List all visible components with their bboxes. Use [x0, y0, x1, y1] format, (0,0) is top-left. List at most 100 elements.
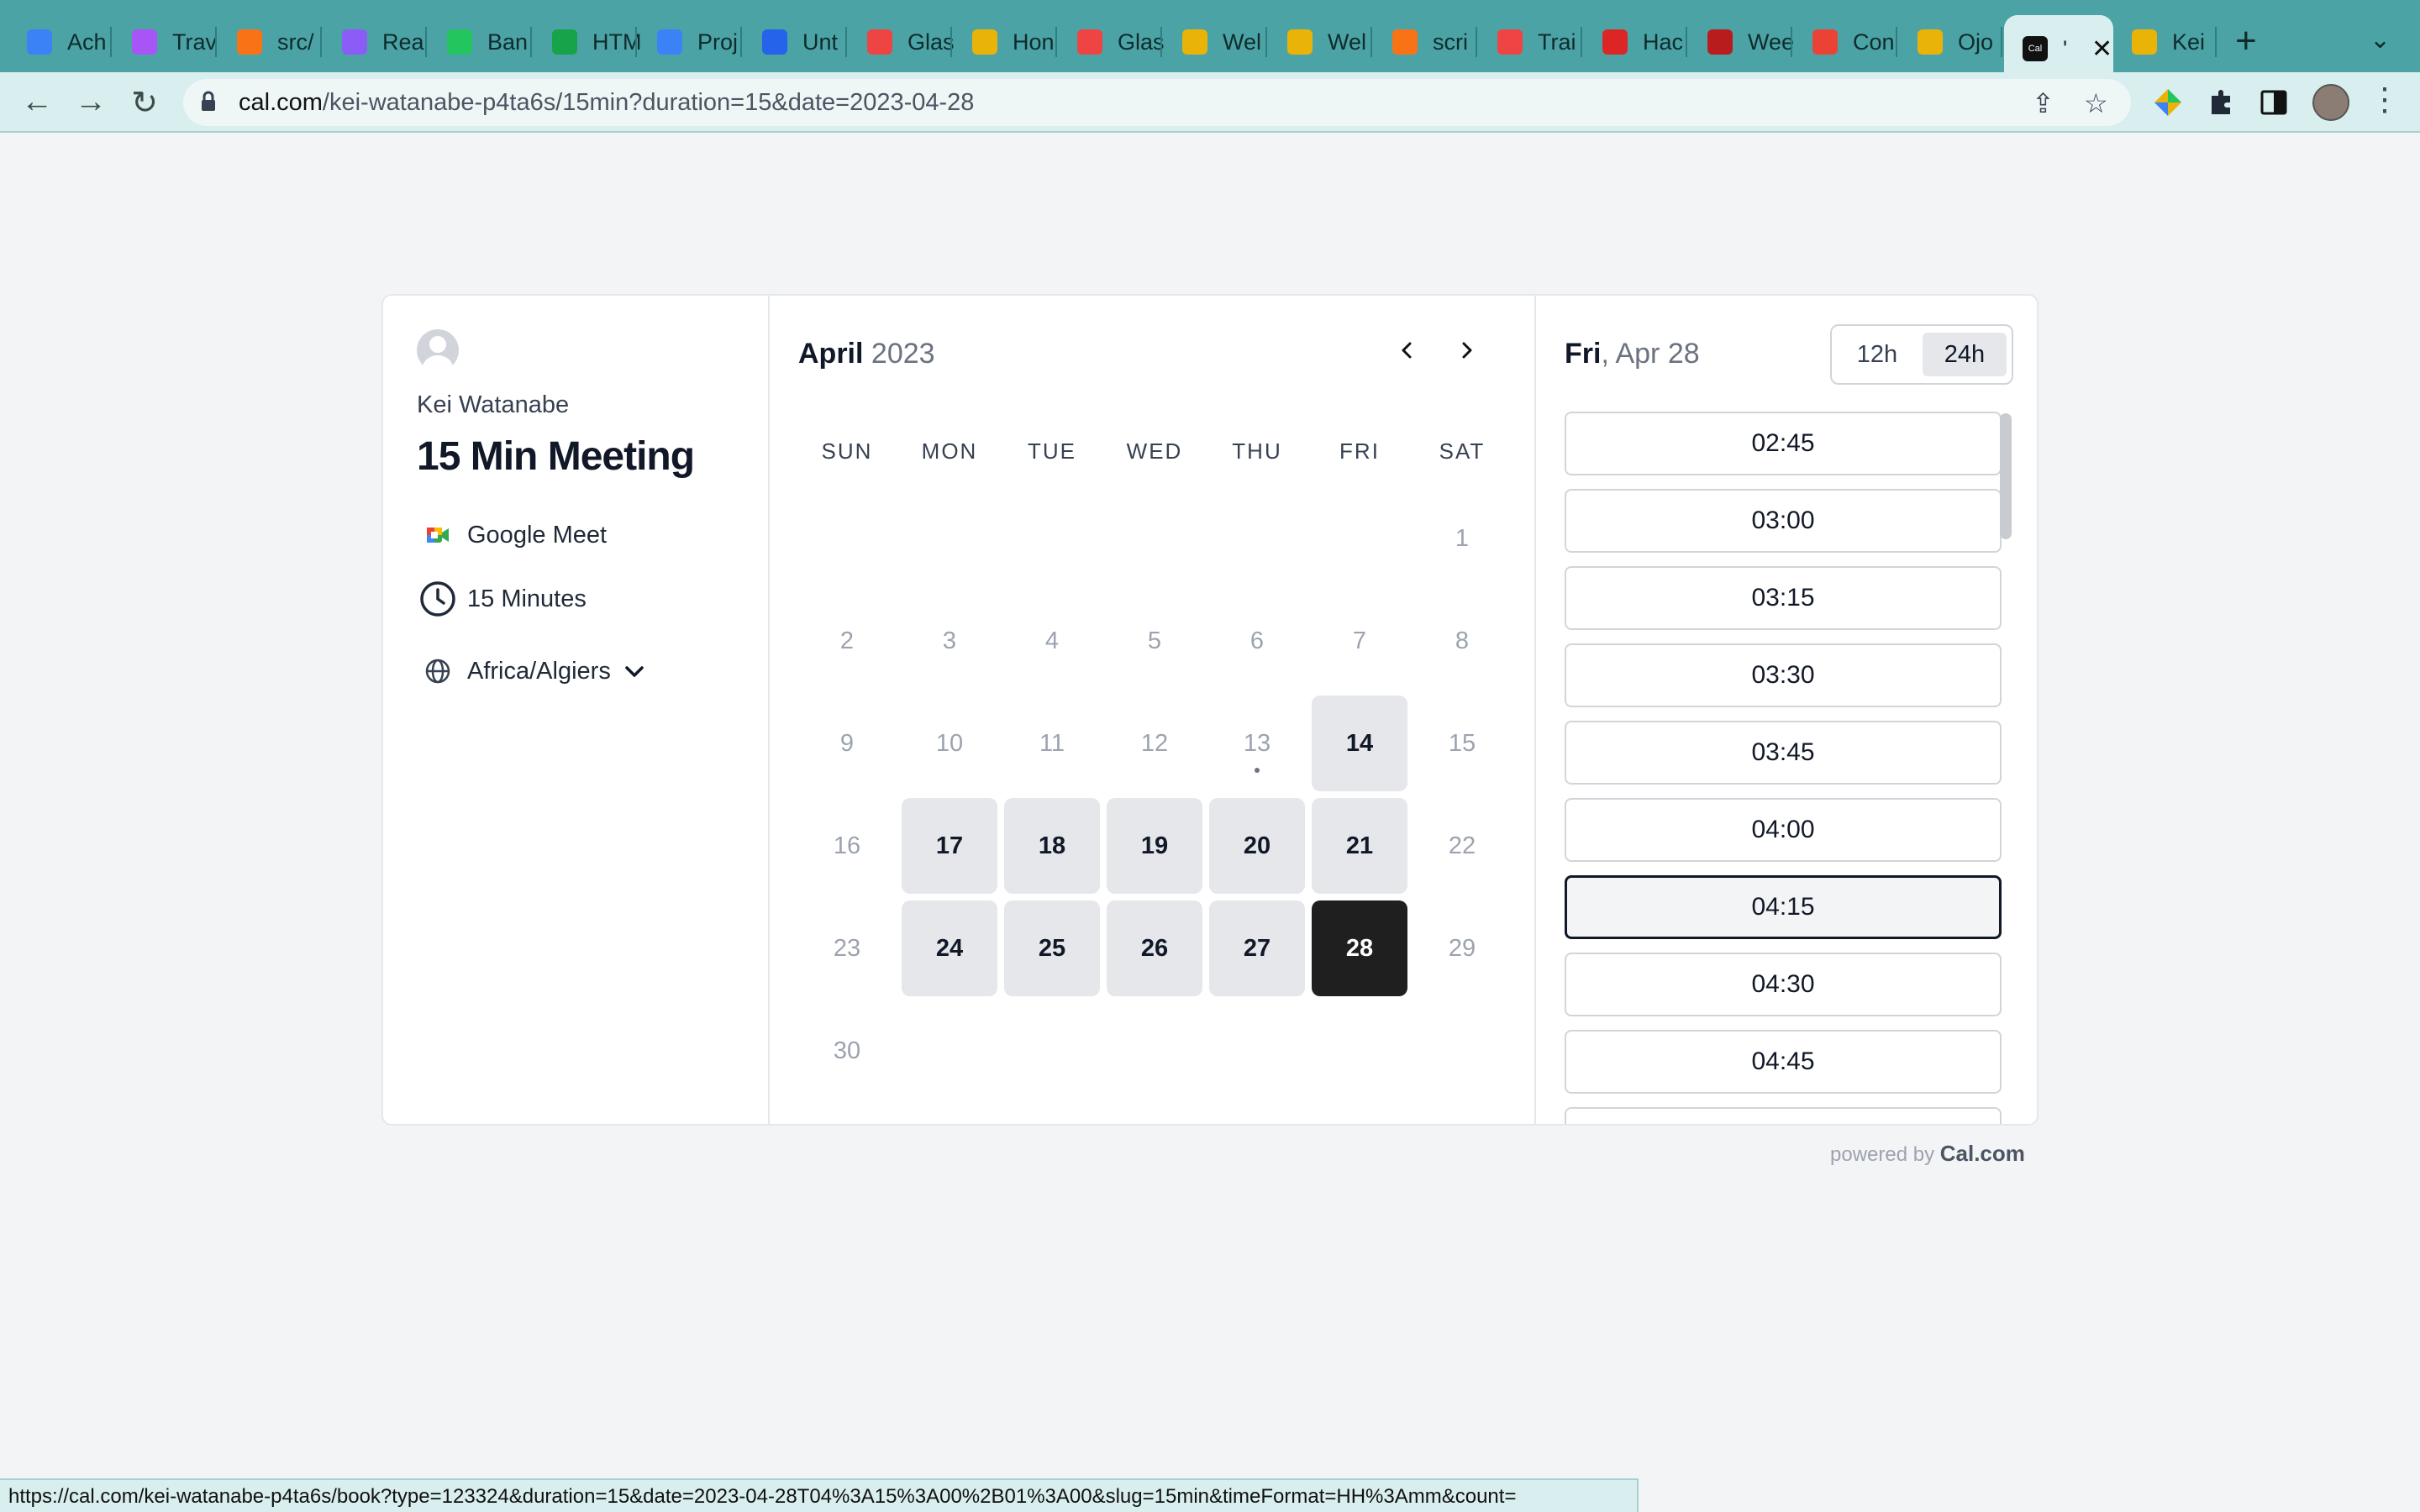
calendar-day[interactable]: 25 [1004, 900, 1100, 996]
tab-separator [530, 27, 532, 57]
browser-tab[interactable]: Hon [954, 20, 1063, 64]
calendar-day[interactable]: 19 [1107, 798, 1202, 894]
tab-separator [1370, 27, 1372, 57]
profile-avatar-icon[interactable] [2312, 84, 2349, 121]
tab-favicon-icon [1182, 29, 1207, 55]
duration-detail: 15 Minutes [417, 580, 587, 618]
calendar-day[interactable]: 20 [1209, 798, 1305, 894]
side-panel-icon[interactable] [2260, 89, 2287, 116]
time-slot-button[interactable]: 04:00 [1565, 798, 2002, 862]
tab-favicon-icon [1707, 29, 1733, 55]
forward-arrow-icon[interactable]: → [72, 84, 109, 120]
tab-separator [425, 27, 427, 57]
time-slot-button[interactable]: 05:00 [1565, 1107, 2002, 1124]
browser-tab[interactable]: Ban [429, 20, 538, 64]
extension-diamond-icon[interactable] [2153, 87, 2183, 118]
browser-tab-bar: + ⌄ Ach Trav src/Rea Ban HTM Proj Unt Glas Hon Gl… [0, 0, 2420, 82]
url-text: cal.com/kei-watanabe-p4ta6s/15min?durati… [239, 89, 974, 117]
calendar-day: 8 [1455, 627, 1470, 654]
calendar-day: 9 [839, 729, 855, 757]
browser-tab[interactable]: src/ [218, 20, 328, 64]
lock-icon [202, 91, 215, 111]
time-slot-button[interactable]: 03:00 [1565, 489, 2002, 553]
time-slot-button[interactable]: 03:30 [1565, 643, 2002, 707]
browser-tab[interactable]: Wel [1164, 20, 1273, 64]
time-slot-button[interactable]: 03:45 [1565, 721, 2002, 785]
bookmark-star-icon[interactable]: ☆ [2084, 87, 2108, 119]
tab-favicon-icon [657, 29, 682, 55]
calendar-day[interactable]: 21 [1312, 798, 1407, 894]
calendar-day[interactable]: 27 [1209, 900, 1305, 996]
extensions-puzzle-icon[interactable] [2207, 87, 2235, 116]
browser-tab[interactable]: Proj [639, 20, 748, 64]
new-tab-plus-icon[interactable]: + [2235, 20, 2257, 62]
tab-search-chevron-icon[interactable]: ⌄ [2370, 25, 2391, 55]
powered-by[interactable]: powered by Cal.com [1830, 1141, 2025, 1167]
time-slot-button[interactable]: 04:45 [1565, 1030, 2002, 1094]
chevron-right-icon [1462, 342, 1472, 359]
calendar-day: 15 [1448, 729, 1476, 757]
calendar-day[interactable]: 24 [902, 900, 997, 996]
tab-separator [1476, 27, 1477, 57]
browser-menu-icon[interactable]: ⋮ [2366, 81, 2403, 118]
previous-month-button[interactable] [1388, 334, 1425, 371]
tab-favicon-icon: Cal [2023, 36, 2048, 61]
browser-tab[interactable]: Wel [1269, 20, 1378, 64]
tab-separator [1791, 27, 1792, 57]
address-bar[interactable]: cal.com/kei-watanabe-p4ta6s/15min?durati… [183, 79, 2131, 126]
selected-weekday: Fri [1565, 338, 1602, 370]
timezone-selector[interactable]: Africa/Algiers [417, 652, 644, 690]
calendar-day[interactable]: 26 [1107, 900, 1202, 996]
tab-favicon-icon [972, 29, 997, 55]
calendar-day[interactable]: 18 [1004, 798, 1100, 894]
tab-favicon-icon [867, 29, 892, 55]
timezone-label: Africa/Algiers [467, 657, 611, 685]
share-icon[interactable]: ⇪ [2032, 87, 2054, 119]
browser-tab[interactable]: Glas [849, 20, 958, 64]
selected-date: , Apr 28 [1601, 338, 1700, 370]
browser-tab[interactable]: Glas [1059, 20, 1168, 64]
time-slot-button[interactable]: 02:45 [1565, 412, 2002, 475]
browser-tab[interactable]: scri [1374, 20, 1483, 64]
tab-separator [1055, 27, 1057, 57]
browser-tab[interactable]: Rea [324, 20, 433, 64]
tab-separator [635, 27, 637, 57]
calendar-day[interactable]: 17 [902, 798, 997, 894]
calendar-day: 11 [1039, 729, 1065, 757]
calendar-day: 3 [942, 627, 957, 654]
24h-toggle-button[interactable]: 24h [1923, 333, 2007, 376]
browser-tab[interactable]: Trav [113, 20, 223, 64]
browser-tab[interactable]: Wee [1689, 20, 1798, 64]
calendar-day[interactable]: 14 [1312, 696, 1407, 791]
reload-icon[interactable]: ↻ [126, 84, 163, 122]
calendar-day: 5 [1147, 627, 1162, 654]
browser-tab[interactable]: Con [1794, 20, 1903, 64]
google-meet-icon [417, 516, 459, 554]
browser-tab[interactable]: Trai [1479, 20, 1588, 64]
tab-separator [1265, 27, 1267, 57]
avatar [417, 329, 459, 371]
time-slot-button[interactable]: 03:15 [1565, 566, 2002, 630]
next-month-button[interactable] [1449, 334, 1486, 371]
tab-separator [110, 27, 112, 57]
browser-tab[interactable]: Hac [1584, 20, 1693, 64]
calendar-day: 30 [833, 1037, 861, 1064]
tab-separator [845, 27, 847, 57]
back-arrow-icon[interactable]: ← [18, 84, 55, 120]
browser-tab[interactable]: Ach [8, 20, 118, 64]
browser-tab[interactable]: Kei [2113, 20, 2223, 64]
tab-favicon-icon [552, 29, 577, 55]
browser-tab[interactable]: HTM [534, 20, 643, 64]
tab-separator [950, 27, 952, 57]
12h-toggle-button[interactable]: 12h [1837, 333, 1918, 376]
browser-tab[interactable]: Unt [744, 20, 853, 64]
time-slot-button[interactable]: 04:15 [1565, 875, 2002, 939]
time-format-toggle: 12h 24h [1830, 324, 2013, 385]
calendar-day: 10 [935, 729, 964, 757]
calendar-day: 29 [1448, 934, 1476, 962]
slots-scrollbar[interactable] [2000, 413, 2012, 539]
close-tab-icon[interactable]: ✕ [2091, 34, 2112, 64]
browser-tab[interactable]: Ojo [1899, 20, 2008, 64]
time-slot-button[interactable]: 04:30 [1565, 953, 2002, 1016]
calendar-day-selected[interactable]: 28 [1312, 900, 1407, 996]
